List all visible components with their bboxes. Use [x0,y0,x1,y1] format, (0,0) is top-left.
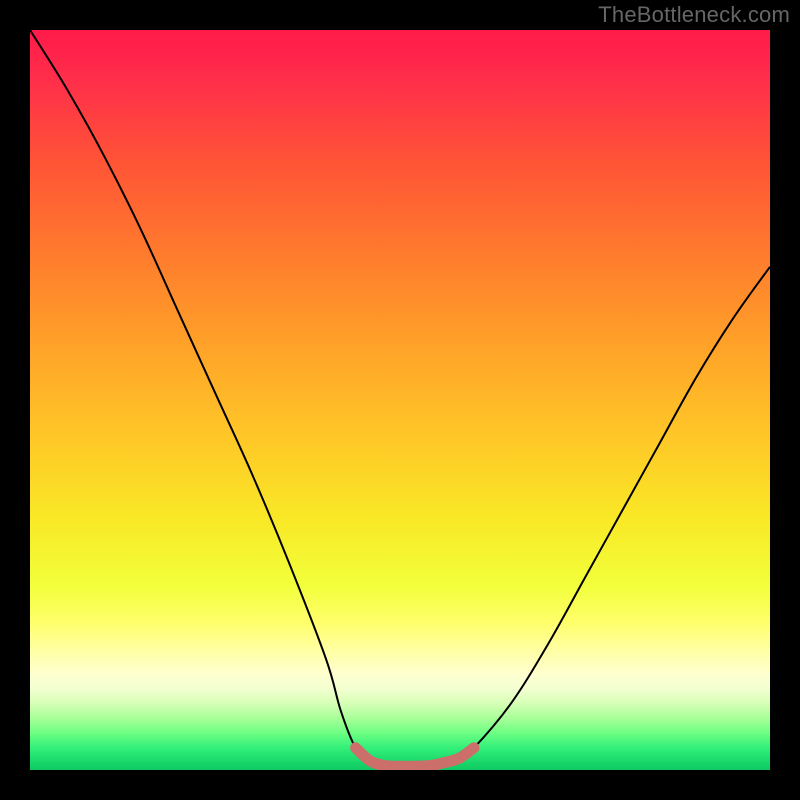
plateau-highlight [356,748,474,767]
bottleneck-curve [30,30,770,766]
plot-area [30,30,770,770]
chart-frame: TheBottleneck.com [0,0,800,800]
watermark-text: TheBottleneck.com [598,2,790,28]
curve-layer [30,30,770,770]
